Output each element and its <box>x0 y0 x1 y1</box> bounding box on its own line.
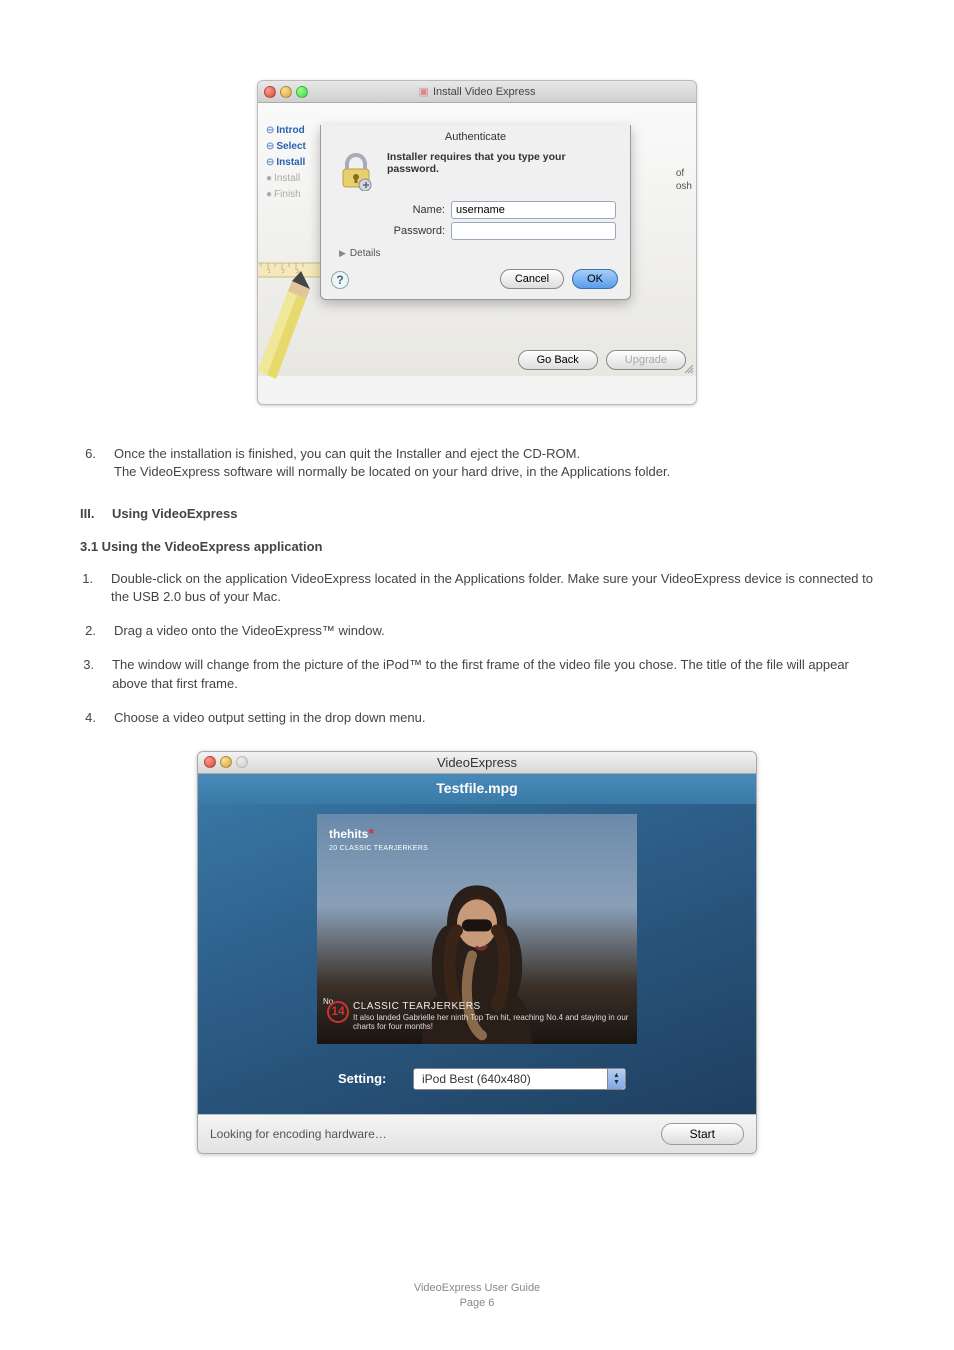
video-preview: thehits* 20 CLASSIC TEARJERKERS No 14 CL… <box>317 814 637 1044</box>
installer-title-text: Install Video Express <box>433 86 536 98</box>
videoexpress-title: VideoExpress <box>198 755 756 770</box>
step-select: ⊖Select <box>266 139 316 155</box>
video-lower-third: 14 CLASSIC TEARJERKERS It also landed Ga… <box>327 1001 637 1032</box>
list-item-6: 6. Once the installation is finished, yo… <box>80 445 874 481</box>
lower-third-sub: It also landed Gabrielle her ninth Top T… <box>327 1013 637 1032</box>
authenticate-prompt: Installer requires that you type your pa… <box>387 149 616 175</box>
installer-steps: ⊖Introd ⊖Select ⊖Install ●Install ●Finis… <box>258 103 320 376</box>
password-label: Password: <box>383 225 445 237</box>
upgrade-button[interactable]: Upgrade <box>606 350 686 370</box>
filename-label: Testfile.mpg <box>198 774 756 804</box>
password-input[interactable] <box>451 222 616 240</box>
package-icon: ▣ <box>419 86 429 98</box>
item-number: 3. <box>80 656 94 692</box>
details-label: Details <box>350 248 381 259</box>
setting-label: Setting: <box>338 1071 403 1086</box>
go-back-button[interactable]: Go Back <box>518 350 598 370</box>
item-number: 6. <box>80 445 96 481</box>
authenticate-subtitle: Authenticate <box>335 131 616 143</box>
setting-row: Setting: iPod Best (640x480) ▲▼ <box>198 1068 756 1090</box>
installer-body: ⊖Introd ⊖Select ⊖Install ●Install ●Finis… <box>258 103 696 376</box>
lower-third-title: CLASSIC TEARJERKERS <box>327 1001 637 1013</box>
page-footer: VideoExpress User Guide Page 6 <box>0 1281 954 1310</box>
dropdown-arrows-icon: ▲▼ <box>607 1069 625 1089</box>
item-6-text: Once the installation is finished, you c… <box>114 445 670 481</box>
document-body: 6. Once the installation is finished, yo… <box>80 445 874 727</box>
name-row: Name: <box>383 201 616 219</box>
section-roman: III. <box>80 505 104 523</box>
name-label: Name: <box>383 204 445 216</box>
help-button[interactable]: ? <box>331 271 349 289</box>
list-item-4: 4. Choose a video output setting in the … <box>80 709 874 727</box>
step-install-type: ⊖Install <box>266 155 316 171</box>
item-2-text: Drag a video onto the VideoExpress™ wind… <box>114 622 385 640</box>
item-number: 2. <box>80 622 96 640</box>
item-3-text: The window will change from the picture … <box>112 656 874 692</box>
section-title: Using VideoExpress <box>112 505 237 523</box>
videoexpress-window: VideoExpress Testfile.mpg thehits* 20 CL… <box>197 751 757 1154</box>
setting-dropdown[interactable]: iPod Best (640x480) ▲▼ <box>413 1068 626 1090</box>
item-number: 4. <box>80 709 96 727</box>
list-item-3: 3. The window will change from the pictu… <box>80 656 874 692</box>
clipped-background-text: of osh <box>676 167 692 193</box>
lock-icon <box>335 149 377 191</box>
step-introduction: ⊖Introd <box>266 123 316 139</box>
item-4-text: Choose a video output setting in the dro… <box>114 709 426 727</box>
authenticate-sheet: Authenticate Installer requires that you… <box>320 125 631 300</box>
item-1-text: Double-click on the application VideoExp… <box>111 570 874 606</box>
footer-page: Page 6 <box>0 1296 954 1310</box>
resize-grip-icon[interactable] <box>682 362 694 374</box>
list-item-1: 1. Double-click on the application Video… <box>80 570 874 606</box>
cancel-button[interactable]: Cancel <box>500 269 564 289</box>
program-logo: thehits* 20 CLASSIC TEARJERKERS <box>329 826 428 852</box>
name-input[interactable] <box>451 201 616 219</box>
details-disclosure[interactable]: ▶ Details <box>339 248 616 259</box>
installer-window: ▣ Install Video Express ⊖Introd ⊖Select ⊖… <box>257 80 697 405</box>
section-heading: III. Using VideoExpress <box>80 505 874 523</box>
disclosure-triangle-icon: ▶ <box>339 248 346 259</box>
status-text: Looking for encoding hardware… <box>210 1127 387 1141</box>
videoexpress-titlebar: VideoExpress <box>198 752 756 774</box>
step-finish: ●Finish <box>266 187 316 203</box>
password-row: Password: <box>383 222 616 240</box>
installer-titlebar: ▣ Install Video Express <box>258 81 696 103</box>
ok-button[interactable]: OK <box>572 269 618 289</box>
item-number: 1. <box>80 570 93 606</box>
footer-title: VideoExpress User Guide <box>0 1281 954 1295</box>
rank-badge: 14 <box>327 1001 349 1023</box>
videoexpress-body: Testfile.mpg thehits* 20 CLASSIC TEARJER… <box>198 774 756 1114</box>
installer-title: ▣ Install Video Express <box>258 85 696 98</box>
list-item-2: 2. Drag a video onto the VideoExpress™ w… <box>80 622 874 640</box>
status-bar: Looking for encoding hardware… Start <box>198 1114 756 1153</box>
step-installing: ●Install <box>266 171 316 187</box>
subsection-heading: 3.1 Using the VideoExpress application <box>80 538 874 556</box>
start-button[interactable]: Start <box>661 1123 744 1145</box>
setting-value: iPod Best (640x480) <box>422 1072 531 1086</box>
